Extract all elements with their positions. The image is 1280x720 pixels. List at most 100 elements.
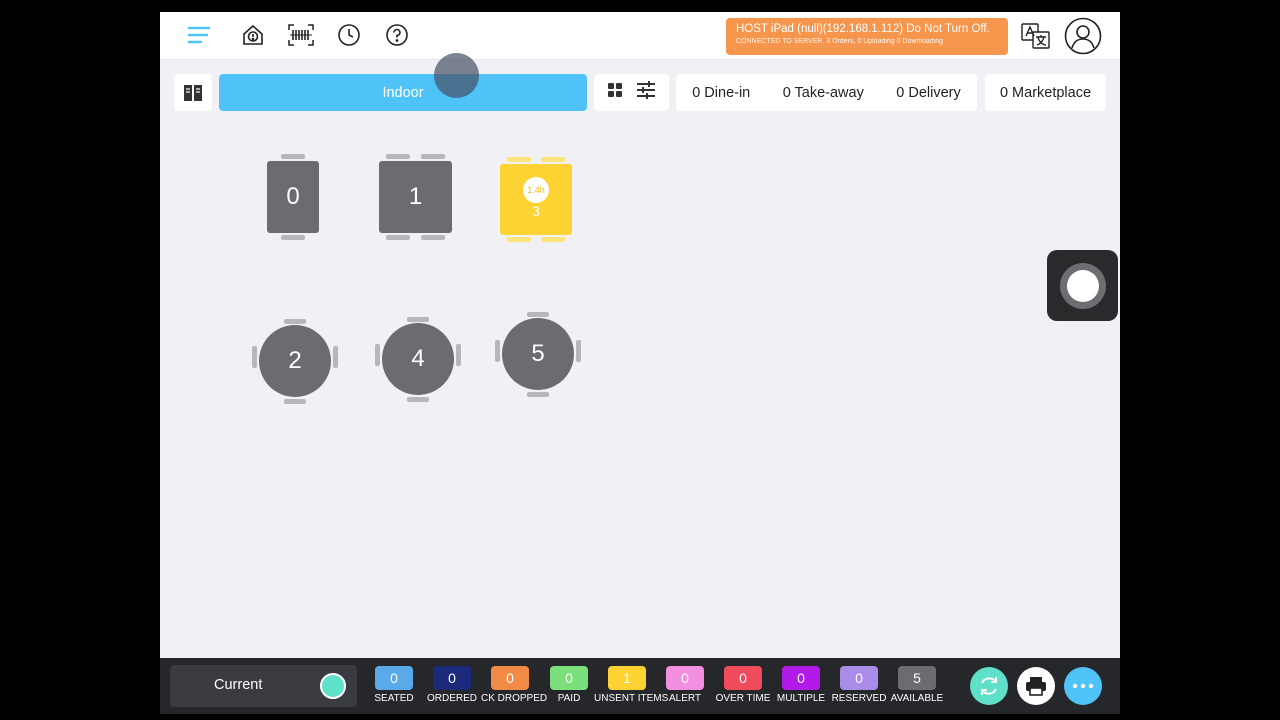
table-1[interactable]: 1 [379, 161, 452, 233]
layout-toggle-button[interactable] [174, 74, 212, 111]
legend-over-time[interactable]: 0 OVER TIME [714, 666, 772, 704]
chair [407, 317, 429, 322]
book-view-icon [184, 84, 202, 101]
printer-icon [1026, 677, 1046, 696]
legend-available[interactable]: 5 AVAILABLE [888, 666, 946, 704]
legend-count: 0 [840, 666, 878, 690]
tab-indoor[interactable]: Indoor [219, 74, 587, 111]
help-icon[interactable] [384, 22, 410, 48]
current-status-dot [320, 673, 346, 699]
assistive-touch-button[interactable] [1047, 250, 1118, 321]
home-alert-icon[interactable] [240, 22, 266, 48]
chair [541, 237, 565, 242]
pos-screen: HOST iPad (null)(192.168.1.112) Do Not T… [160, 12, 1120, 714]
legend-label: ORDERED [426, 693, 477, 704]
table-label: 3 [532, 202, 540, 219]
legend-ordered[interactable]: 0 ORDERED [423, 666, 481, 704]
print-button[interactable] [1017, 667, 1055, 705]
barcode-icon[interactable] [288, 22, 314, 48]
refresh-button[interactable] [970, 667, 1008, 705]
current-filter-button[interactable]: Current [170, 665, 357, 707]
legend-label: MULTIPLE [776, 693, 826, 704]
table-label: 4 [411, 345, 425, 372]
legend-label: SEATED [374, 693, 414, 704]
chair [527, 312, 549, 317]
legend-unsent-items[interactable]: 1 UNSENT ITEMS [594, 666, 669, 704]
legend-reserved[interactable]: 0 RESERVED [830, 666, 888, 704]
legend-label: AVAILABLE [890, 693, 944, 704]
more-dots-icon [1072, 683, 1094, 689]
table-label: 0 [286, 183, 300, 210]
delivery-count[interactable]: 0 Delivery [896, 85, 960, 101]
table-label: 5 [531, 340, 545, 367]
chair [527, 392, 549, 397]
table-0[interactable]: 0 [267, 161, 319, 233]
legend-label: RESERVED [831, 693, 887, 704]
assistive-touch-icon [1059, 262, 1106, 309]
more-options-button[interactable] [1064, 667, 1102, 705]
legend-label: PAID [557, 693, 581, 704]
top-header: HOST iPad (null)(192.168.1.112) Do Not T… [160, 12, 1120, 60]
current-label: Current [214, 677, 263, 693]
chair [375, 344, 380, 366]
host-status-detail: CONNECTED TO SERVER. 3 Orders, 0 Uploadi… [736, 38, 943, 45]
dine-in-count[interactable]: 0 Dine-in [692, 85, 750, 101]
refresh-icon [981, 677, 997, 695]
legend-count: 0 [375, 666, 413, 690]
legend-count: 5 [898, 666, 936, 690]
table-4[interactable]: 4 [382, 323, 454, 395]
chair [407, 397, 429, 402]
legend-count: 0 [550, 666, 588, 690]
chair [333, 346, 338, 368]
chair [386, 154, 410, 159]
legend-alert[interactable]: 0 ALERT [656, 666, 714, 704]
legend-count: 0 [724, 666, 762, 690]
legend-ck-dropped[interactable]: 0 CK DROPPED [481, 666, 548, 704]
legend-count: 1 [608, 666, 646, 690]
table-2[interactable]: 2 [259, 325, 331, 397]
chair [284, 399, 306, 404]
chair [421, 235, 445, 240]
table-5[interactable]: 5 [502, 318, 574, 390]
chair [576, 340, 581, 362]
chair [541, 157, 565, 162]
status-legend-bar: Current 0 SEATED 0 ORDERED 0 CK DROPPED … [160, 658, 1120, 714]
host-status-banner: HOST iPad (null)(192.168.1.112) Do Not T… [726, 18, 1008, 55]
filter-sliders-icon[interactable] [636, 81, 656, 104]
order-type-counts: 0 Dine-in 0 Take-away 0 Delivery [676, 74, 977, 111]
menu-icon[interactable] [186, 22, 212, 48]
table-label: 1 [408, 183, 423, 210]
elapsed-time-badge: 1.4h [523, 176, 549, 203]
chair [386, 235, 410, 240]
legend-label: UNSENT ITEMS [594, 693, 669, 704]
clock-icon[interactable] [336, 22, 362, 48]
table-3[interactable]: 1.4h 3 [500, 164, 572, 235]
user-icon[interactable] [1064, 17, 1102, 55]
grid-view-icon[interactable] [607, 82, 623, 103]
legend-count: 0 [433, 666, 471, 690]
legend-count: 0 [782, 666, 820, 690]
touch-indicator [434, 53, 479, 98]
legend-seated[interactable]: 0 SEATED [365, 666, 423, 704]
chair [421, 154, 445, 159]
chair [284, 319, 306, 324]
legend-count: 0 [491, 666, 529, 690]
legend-count: 0 [666, 666, 704, 690]
chair [252, 346, 257, 368]
host-status-title: HOST iPad (null)(192.168.1.112) Do Not T… [736, 23, 990, 35]
translate-icon[interactable] [1021, 22, 1051, 50]
legend-paid[interactable]: 0 PAID [540, 666, 598, 704]
marketplace-count[interactable]: 0 Marketplace [985, 74, 1106, 111]
chair [281, 154, 305, 159]
view-options [594, 74, 669, 111]
table-label: 2 [288, 347, 302, 374]
chair [507, 157, 531, 162]
legend-label: ALERT [668, 693, 702, 704]
take-away-count[interactable]: 0 Take-away [783, 85, 864, 101]
legend-label: OVER TIME [715, 693, 771, 704]
chair [281, 235, 305, 240]
chair [456, 344, 461, 366]
legend-label: CK DROPPED [481, 693, 548, 704]
chair [507, 237, 531, 242]
legend-multiple[interactable]: 0 MULTIPLE [772, 666, 830, 704]
